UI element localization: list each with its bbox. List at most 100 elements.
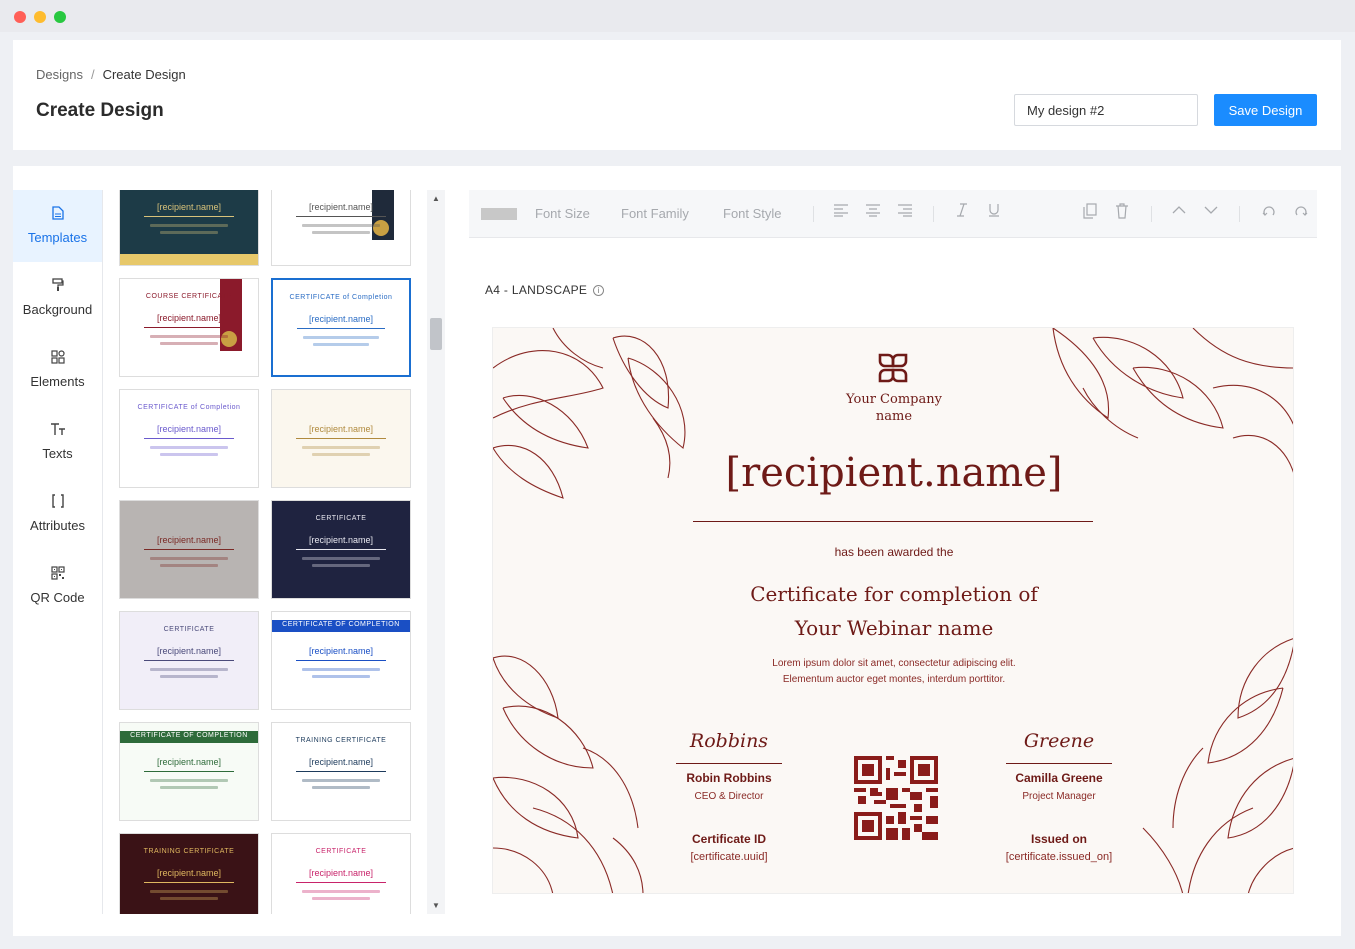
template-text-placeholder	[160, 675, 218, 678]
template-recipient-placeholder: [recipient.name]	[308, 424, 374, 434]
left-signatory-name[interactable]: Robin Robbins	[649, 771, 809, 785]
template-divider	[296, 549, 386, 550]
breadcrumb-current: Create Design	[102, 67, 186, 82]
sidebar-item-templates[interactable]: Templates	[13, 190, 102, 262]
italic-icon[interactable]	[955, 203, 969, 223]
right-signature-line	[1006, 763, 1112, 764]
template-thumbnail[interactable]: CERTIFICATE [recipient.name]	[271, 833, 411, 914]
left-signatory-role[interactable]: CEO & Director	[649, 791, 809, 802]
template-recipient-placeholder: [recipient.name]	[308, 646, 374, 656]
template-text-placeholder	[160, 231, 218, 234]
template-text-placeholder	[150, 446, 228, 449]
template-title: CERTIFICATE	[315, 848, 367, 855]
template-divider	[296, 660, 386, 661]
gallery-scrollbar[interactable]: ▲ ▼	[427, 190, 445, 914]
company-name-line2: name	[875, 409, 913, 424]
template-thumbnail[interactable]: CERTIFICATE [recipient.name]	[271, 500, 411, 599]
copy-icon[interactable]	[1083, 203, 1097, 225]
template-recipient-placeholder: [recipient.name]	[156, 313, 222, 323]
template-text-placeholder	[302, 224, 380, 227]
align-center-icon[interactable]	[865, 203, 881, 223]
certificate-description[interactable]: Lorem ipsum dolor sit amet, consectetur …	[694, 656, 1094, 688]
issued-on-value[interactable]: [certificate.issued_on]	[969, 851, 1149, 863]
template-text-placeholder	[312, 675, 370, 678]
sidebar-item-texts[interactable]: Texts	[13, 406, 102, 478]
undo-icon[interactable]	[1261, 203, 1277, 223]
qr-code-icon	[13, 566, 102, 582]
right-signature[interactable]: Greene	[994, 730, 1124, 752]
template-thumbnail[interactable]: CERTIFICATE of Completion [recipient.name…	[271, 278, 411, 377]
template-text-placeholder	[302, 779, 380, 782]
color-swatch[interactable]	[481, 208, 517, 220]
template-text-placeholder	[160, 786, 218, 789]
template-thumbnail[interactable]: TRAINING CERTIFICATE [recipient.name]	[271, 722, 411, 821]
template-thumbnail[interactable]: COURSE CERTIFICATE [recipient.name]	[119, 278, 259, 377]
align-left-icon[interactable]	[833, 203, 849, 223]
company-logo-icon	[878, 353, 908, 383]
qr-code[interactable]	[854, 756, 938, 840]
left-signature[interactable]: Robbins	[664, 730, 794, 752]
certificate-canvas[interactable]: Your Company name [recipient.name] has b…	[492, 327, 1294, 894]
template-thumbnail[interactable]: CERTIFICATE OF COMPLETION [recipient.name…	[119, 722, 259, 821]
sidebar-item-qr-code[interactable]: QR Code	[13, 550, 102, 622]
close-window-button[interactable]	[14, 11, 26, 23]
template-text-placeholder	[302, 557, 380, 560]
formatting-toolbar: Font Size Font Family Font Style	[469, 190, 1317, 238]
minimize-window-button[interactable]	[34, 11, 46, 23]
template-text-placeholder	[302, 668, 380, 671]
template-recipient-placeholder: [recipient.name]	[308, 314, 374, 324]
description-line2: Elementum auctor eget montes, interdum p…	[782, 674, 1006, 685]
template-thumbnail[interactable]: COURSE CERTIFICATE[recipient.name]	[271, 190, 411, 266]
scrollbar-thumb[interactable]	[430, 318, 442, 350]
template-thumbnail[interactable]: [recipient.name]	[271, 389, 411, 488]
template-thumbnail[interactable]: TRAINING CERTIFICATE [recipient.name]	[119, 833, 259, 914]
sidebar-item-attributes[interactable]: Attributes	[13, 478, 102, 550]
certificate-id-label[interactable]: Certificate ID	[649, 832, 809, 846]
sidebar-item-label: Texts	[42, 446, 73, 461]
maximize-window-button[interactable]	[54, 11, 66, 23]
certificate-id-value[interactable]: [certificate.uuid]	[639, 851, 819, 863]
right-signatory-role[interactable]: Project Manager	[979, 791, 1139, 802]
sidebar-item-label: Attributes	[30, 518, 85, 533]
font-style-select[interactable]: Font Style	[723, 206, 782, 221]
awarded-text[interactable]: has been awarded the	[694, 545, 1094, 559]
right-signatory-name[interactable]: Camilla Greene	[979, 771, 1139, 785]
font-family-select[interactable]: Font Family	[621, 206, 689, 221]
template-title: CERTIFICATE of Completion	[289, 294, 393, 301]
design-name-input[interactable]	[1014, 94, 1198, 126]
align-right-icon[interactable]	[897, 203, 913, 223]
template-text-placeholder	[150, 890, 228, 893]
page-format-label: A4 - LANDSCAPE i	[485, 283, 605, 297]
template-recipient-placeholder: [recipient.name]	[308, 757, 374, 767]
template-recipient-placeholder: [recipient.name]	[156, 757, 222, 767]
template-title: COURSE CERTIFICATE	[145, 293, 233, 300]
font-size-select[interactable]: Font Size	[535, 206, 590, 221]
template-thumbnail[interactable]: CERTIFICATE OF COMPLETION [recipient.name…	[271, 611, 411, 710]
delete-icon[interactable]	[1115, 203, 1129, 225]
sidebar-item-elements[interactable]: Elements	[13, 334, 102, 406]
redo-icon[interactable]	[1293, 203, 1309, 223]
window-titlebar	[0, 0, 1355, 32]
recipient-name[interactable]: [recipient.name]	[594, 450, 1194, 496]
template-thumbnail[interactable]: CERTIFICATE of Completion [recipient.name…	[119, 389, 259, 488]
move-down-icon[interactable]	[1203, 203, 1219, 223]
template-thumbnail[interactable]: CERTIFICATE OF ACHIEVEMENT[recipient.nam…	[119, 190, 259, 266]
scroll-down-arrow-icon[interactable]: ▼	[427, 901, 445, 910]
template-divider	[144, 216, 234, 217]
template-thumbnail[interactable]: CERTIFICATE [recipient.name]	[119, 611, 259, 710]
certificate-title[interactable]: Certificate for completion of Your Webin…	[644, 577, 1144, 645]
sidebar-item-background[interactable]: Background	[13, 262, 102, 334]
info-icon[interactable]: i	[593, 285, 605, 297]
template-thumbnail[interactable]: [recipient.name]	[119, 500, 259, 599]
breadcrumb-designs-link[interactable]: Designs	[36, 67, 83, 82]
page-header: Designs / Create Design Create Design Save…	[13, 40, 1341, 150]
toolbar-divider	[1239, 206, 1240, 222]
save-design-button[interactable]: Save Design	[1214, 94, 1317, 126]
issued-on-label[interactable]: Issued on	[979, 832, 1139, 846]
move-up-icon[interactable]	[1171, 203, 1187, 223]
scroll-up-arrow-icon[interactable]: ▲	[427, 194, 445, 203]
template-title: CERTIFICATE	[315, 515, 367, 522]
underline-icon[interactable]	[987, 203, 1001, 223]
template-text-placeholder	[312, 564, 370, 567]
template-divider	[296, 771, 386, 772]
